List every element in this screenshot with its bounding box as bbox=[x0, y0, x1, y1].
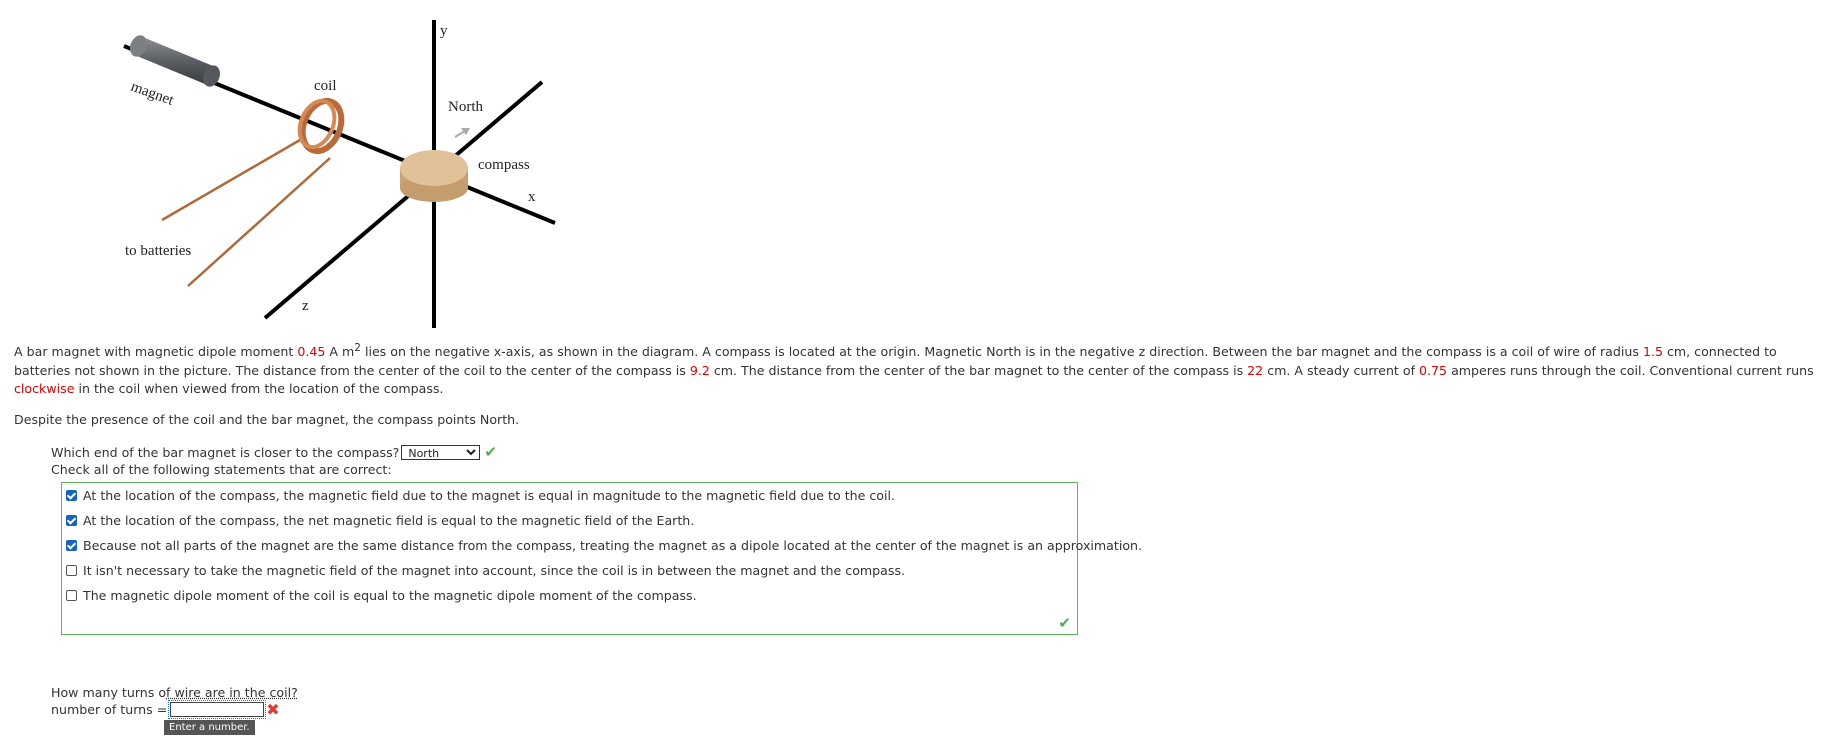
moment-value: 0.45 bbox=[297, 344, 326, 360]
direction-value: clockwise bbox=[14, 381, 75, 397]
label-x: x bbox=[528, 189, 536, 205]
statements-box: At the location of the compass, the magn… bbox=[61, 482, 1142, 635]
label-to-batteries: to batteries bbox=[125, 243, 191, 259]
label-compass: compass bbox=[478, 157, 530, 173]
problem-text: amperes runs through the coil. Conventio… bbox=[1447, 362, 1814, 378]
problem-text: in the coil when viewed from the locatio… bbox=[74, 381, 444, 397]
label-magnet: magnet bbox=[129, 79, 177, 109]
problem-text: A bar magnet with magnetic dipole moment bbox=[14, 344, 298, 360]
statement-label: Because not all parts of the magnet are … bbox=[83, 538, 1143, 553]
problem-statement: A bar magnet with magnetic dipole moment… bbox=[14, 339, 1814, 399]
statement-option-1[interactable]: At the location of the compass, the magn… bbox=[66, 488, 895, 503]
problem-text: cm. The distance from the center of the … bbox=[709, 362, 1248, 378]
correct-check-icon: ✔ bbox=[484, 443, 497, 461]
current-value: 0.75 bbox=[1419, 362, 1448, 378]
compass-statement: Despite the presence of the coil and the… bbox=[14, 412, 520, 427]
diagram: magnet coil y North compass x to batteri… bbox=[123, 20, 556, 328]
label-y: y bbox=[440, 23, 448, 39]
statement-label: At the location of the compass, the magn… bbox=[83, 488, 896, 503]
input-tooltip: Enter a number. bbox=[164, 720, 255, 735]
north-arrow-icon bbox=[454, 128, 470, 138]
magnet-distance-value: 22 bbox=[1247, 362, 1264, 378]
question-text-underlined: f wire are in the coil? bbox=[166, 685, 298, 700]
correct-check-icon: ✔ bbox=[1058, 614, 1071, 632]
coil-distance-value: 9.2 bbox=[689, 362, 710, 378]
checkbox-unchecked[interactable] bbox=[66, 590, 77, 601]
problem-text: A m bbox=[325, 344, 355, 360]
incorrect-x-icon: ✖ bbox=[266, 699, 280, 719]
wire-upper bbox=[161, 138, 301, 222]
label-coil: coil bbox=[314, 78, 337, 94]
checkbox-unchecked[interactable] bbox=[66, 565, 77, 576]
statement-label: At the location of the compass, the net … bbox=[83, 513, 695, 528]
turns-input[interactable] bbox=[168, 700, 267, 719]
question-magnet-end: Which end of the bar magnet is closer to… bbox=[51, 443, 497, 461]
question-text: Which end of the bar magnet is closer to… bbox=[51, 444, 400, 460]
statement-option-3[interactable]: Because not all parts of the magnet are … bbox=[66, 538, 1142, 553]
statement-label: The magnetic dipole moment of the coil i… bbox=[83, 588, 697, 603]
checkbox-checked[interactable] bbox=[66, 490, 77, 501]
magnet-end-select[interactable]: North bbox=[401, 444, 481, 460]
statement-label: It isn't necessary to take the magnetic … bbox=[83, 563, 906, 578]
unit-superscript: 2 bbox=[354, 342, 361, 354]
input-label: number of turns = bbox=[51, 702, 168, 717]
question-turns: How many turns of wire are in the coil? bbox=[51, 685, 298, 700]
problem-text: lies on the negative x-axis, as shown in… bbox=[360, 344, 1643, 360]
wire-lower bbox=[187, 157, 331, 287]
statement-option-5[interactable]: The magnetic dipole moment of the coil i… bbox=[66, 588, 697, 603]
question-statements: Check all of the following statements th… bbox=[51, 462, 392, 477]
turns-input-row: number of turns = ✖ bbox=[51, 699, 280, 719]
question-text: How many turns o bbox=[51, 685, 167, 700]
label-north: North bbox=[448, 99, 483, 115]
statement-option-4[interactable]: It isn't necessary to take the magnetic … bbox=[66, 563, 905, 578]
statement-option-2[interactable]: At the location of the compass, the net … bbox=[66, 513, 694, 528]
label-z: z bbox=[302, 298, 309, 314]
checkbox-checked[interactable] bbox=[66, 540, 77, 551]
checkbox-checked[interactable] bbox=[66, 515, 77, 526]
problem-text: cm. A steady current of bbox=[1263, 362, 1420, 378]
radius-value: 1.5 bbox=[1642, 344, 1663, 360]
compass bbox=[400, 150, 468, 202]
